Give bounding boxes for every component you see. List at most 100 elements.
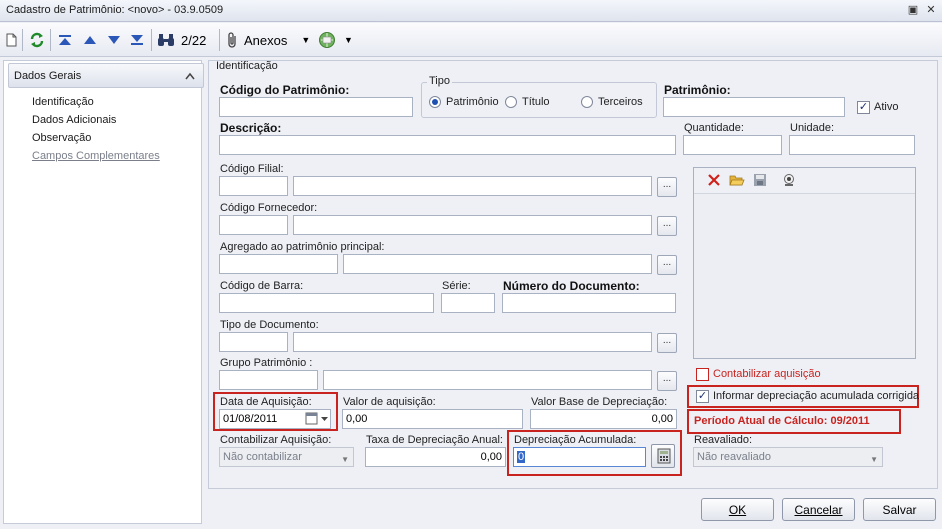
- reavaliado-select[interactable]: Não reavaliado ▼: [693, 447, 883, 467]
- binoculars-icon: [158, 34, 174, 46]
- delete-icon[interactable]: [708, 174, 720, 186]
- contabilizar-aquisicao-checkbox[interactable]: [696, 368, 709, 381]
- ok-button[interactable]: OK: [701, 498, 774, 521]
- reports-button[interactable]: ▼: [318, 29, 358, 51]
- tipo-documento-input[interactable]: [219, 332, 288, 352]
- tipo-documento-label: Tipo de Documento:: [220, 319, 319, 331]
- side-panel-header[interactable]: Dados Gerais: [8, 63, 204, 88]
- calendar-dropdown-icon[interactable]: [304, 411, 330, 427]
- search-button[interactable]: [156, 29, 176, 51]
- side-panel: Dados Gerais Identificação Dados Adicion…: [3, 60, 204, 524]
- last-record-button[interactable]: [128, 29, 146, 51]
- side-panel-header-label: Dados Gerais: [14, 70, 82, 82]
- depreciacao-acumulada-input[interactable]: 0: [513, 447, 646, 467]
- radio-terceiros[interactable]: [581, 96, 593, 108]
- pin-icon[interactable]: ▣: [906, 3, 920, 17]
- codigo-filial-description[interactable]: [293, 176, 652, 196]
- webcam-icon[interactable]: [782, 173, 796, 187]
- codigo-barra-label: Código de Barra:: [220, 280, 304, 292]
- new-document-icon: [6, 33, 16, 47]
- descricao-input[interactable]: [219, 135, 676, 155]
- valor-base-depreciacao-input[interactable]: 0,00: [530, 409, 677, 429]
- taxa-depreciacao-input[interactable]: 0,00: [365, 447, 506, 467]
- codigo-fornecedor-lookup-button[interactable]: ...: [657, 216, 677, 236]
- sidebar-item-observacao[interactable]: Observação: [32, 132, 91, 144]
- next-record-button[interactable]: [105, 29, 123, 51]
- informar-depreciacao-label: Informar depreciação acumulada corrigida: [713, 390, 920, 402]
- paperclip-icon: [228, 32, 236, 48]
- tipo-documento-lookup-button[interactable]: ...: [657, 333, 677, 353]
- codigo-filial-lookup-button[interactable]: ...: [657, 177, 677, 197]
- open-folder-icon[interactable]: [729, 173, 745, 187]
- grupo-patrimonio-lookup-button[interactable]: ...: [657, 371, 677, 391]
- agregado-description[interactable]: [343, 254, 652, 274]
- calculator-button[interactable]: [651, 444, 675, 468]
- unidade-input[interactable]: [789, 135, 915, 155]
- patrimonio-input[interactable]: [663, 97, 845, 117]
- quantidade-label: Quantidade:: [684, 122, 744, 134]
- agregado-input[interactable]: [219, 254, 338, 274]
- close-icon[interactable]: ✕: [924, 3, 938, 17]
- codigo-fornecedor-description[interactable]: [293, 215, 652, 235]
- quantidade-input[interactable]: [683, 135, 782, 155]
- contabilizar-aquisicao-select[interactable]: Não contabilizar ▼: [219, 447, 354, 467]
- sidebar-item-campos-complementares[interactable]: Campos Complementares: [32, 150, 160, 162]
- valor-base-depreciacao-label: Valor Base de Depreciação:: [531, 396, 668, 408]
- data-aquisicao-value: 01/08/2011: [223, 413, 278, 425]
- first-record-icon: [59, 35, 71, 45]
- agregado-lookup-button[interactable]: ...: [657, 255, 677, 275]
- save-disk-icon[interactable]: [753, 173, 767, 187]
- radio-titulo-label: Título: [522, 96, 550, 108]
- codigo-patrimonio-input[interactable]: [219, 97, 413, 117]
- cancel-button[interactable]: Cancelar: [782, 498, 855, 521]
- serie-input[interactable]: [441, 293, 495, 313]
- chevron-down-icon: ▼: [870, 455, 878, 464]
- ativo-label: Ativo: [874, 101, 899, 113]
- serie-label: Série:: [442, 280, 471, 292]
- tipo-documento-description[interactable]: [293, 332, 652, 352]
- ok-button-label: OK: [728, 502, 747, 517]
- sidebar-item-identificacao[interactable]: Identificação: [32, 96, 94, 108]
- new-document-button[interactable]: [3, 29, 19, 51]
- codigo-fornecedor-label: Código Fornecedor:: [220, 202, 318, 214]
- numero-documento-input[interactable]: [502, 293, 676, 313]
- grupo-patrimonio-input[interactable]: [219, 370, 318, 390]
- calculator-icon: [657, 448, 671, 464]
- section-title: Identificação: [216, 60, 278, 72]
- window-title: Cadastro de Patrimônio: <novo> - 03.9.05…: [6, 4, 224, 16]
- previous-record-button[interactable]: [81, 29, 99, 51]
- agregado-label: Agregado ao patrimônio principal:: [220, 241, 385, 253]
- ativo-checkbox[interactable]: ✓: [857, 101, 870, 114]
- codigo-barra-input[interactable]: [219, 293, 434, 313]
- chevron-down-icon: ▼: [341, 455, 349, 464]
- valor-aquisicao-value: 0,00: [346, 413, 368, 425]
- data-aquisicao-label: Data de Aquisição:: [220, 396, 312, 408]
- unidade-label: Unidade:: [790, 122, 835, 134]
- anexos-button[interactable]: Anexos ▼: [226, 29, 316, 51]
- grupo-patrimonio-description[interactable]: [323, 370, 652, 390]
- numero-documento-label: Número do Documento:: [503, 279, 640, 293]
- radio-patrimonio[interactable]: [429, 96, 441, 108]
- image-box-toolbar: [694, 168, 915, 194]
- valor-aquisicao-label: Valor de aquisição:: [343, 396, 436, 408]
- arrow-up-icon: [84, 36, 96, 44]
- sidebar-item-dados-adicionais[interactable]: Dados Adicionais: [32, 114, 116, 126]
- informar-depreciacao-checkbox[interactable]: ✓: [696, 390, 709, 403]
- codigo-filial-input[interactable]: [219, 176, 288, 196]
- codigo-fornecedor-input[interactable]: [219, 215, 288, 235]
- contabilizar-aquisicao-select-value: Não contabilizar: [223, 451, 302, 463]
- descricao-label: Descrição:: [220, 121, 282, 135]
- chevron-up-icon: [185, 72, 195, 80]
- refresh-icon: [30, 32, 44, 48]
- valor-aquisicao-input[interactable]: 0,00: [342, 409, 523, 429]
- radio-titulo[interactable]: [505, 96, 517, 108]
- chevron-down-icon: ▼: [344, 35, 353, 45]
- title-bar: Cadastro de Patrimônio: <novo> - 03.9.05…: [0, 0, 942, 22]
- refresh-button[interactable]: [28, 29, 46, 51]
- save-button[interactable]: Salvar: [863, 498, 936, 521]
- radio-terceiros-label: Terceiros: [598, 96, 643, 108]
- first-record-button[interactable]: [56, 29, 74, 51]
- chevron-down-icon: ▼: [301, 35, 311, 45]
- image-box: [693, 167, 916, 359]
- toolbar-separator: [50, 29, 51, 51]
